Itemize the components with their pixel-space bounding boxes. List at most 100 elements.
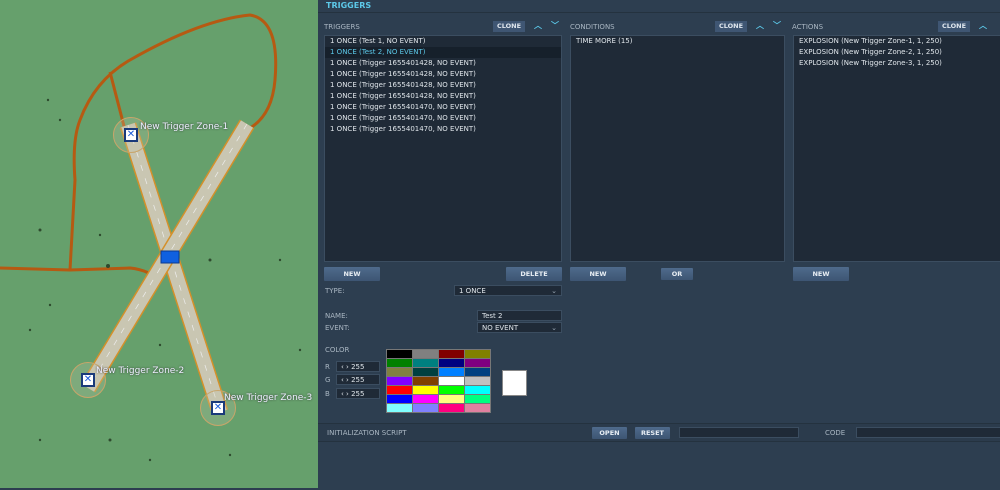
- zone-marker-icon: ✕: [124, 128, 138, 142]
- map-canvas[interactable]: [0, 0, 318, 488]
- actions-clone-button[interactable]: CLONE: [938, 21, 970, 32]
- vegetation: [28, 98, 302, 462]
- list-item[interactable]: 1 ONCE (Trigger 1655401428, NO EVENT): [325, 69, 561, 80]
- type-select[interactable]: 1 ONCE ⌄: [454, 285, 562, 296]
- color-preview: [502, 370, 527, 396]
- list-item[interactable]: TIME MORE (15): [571, 36, 784, 47]
- type-label: TYPE:: [325, 287, 345, 295]
- color-swatch[interactable]: [465, 386, 490, 394]
- color-swatch[interactable]: [387, 368, 412, 376]
- triggers-move-up-button[interactable]: ︿: [534, 20, 542, 31]
- list-item[interactable]: 1 ONCE (Trigger 1655401428, NO EVENT): [325, 80, 561, 91]
- actions-move-up-button[interactable]: ︿: [979, 20, 987, 31]
- list-item[interactable]: EXPLOSION (New Trigger Zone-2, 1, 250): [794, 47, 1000, 58]
- panel-title: TRIGGERS: [326, 1, 372, 10]
- color-swatch[interactable]: [465, 350, 490, 358]
- color-swatch[interactable]: [465, 377, 490, 385]
- color-swatch[interactable]: [439, 395, 464, 403]
- conditions-move-down-button[interactable]: ﹀: [773, 20, 781, 31]
- zone-label: New Trigger Zone-2: [96, 366, 185, 376]
- airbase-icon[interactable]: [160, 250, 180, 264]
- list-item[interactable]: 1 ONCE (Trigger 1655401470, NO EVENT): [325, 124, 561, 135]
- trigger-new-button[interactable]: NEW: [324, 267, 380, 281]
- event-value: NO EVENT: [482, 324, 519, 332]
- chevron-down-icon: ⌄: [551, 324, 557, 332]
- event-select[interactable]: NO EVENT ⌄: [477, 322, 562, 333]
- color-swatch[interactable]: [439, 404, 464, 412]
- color-palette[interactable]: [386, 349, 491, 413]
- list-item[interactable]: 1 ONCE (Test 2, NO EVENT): [325, 47, 561, 58]
- condition-new-button[interactable]: NEW: [570, 267, 626, 281]
- color-swatch[interactable]: [413, 404, 438, 412]
- color-swatch[interactable]: [465, 359, 490, 367]
- color-swatch[interactable]: [465, 368, 490, 376]
- conditions-label: CONDITIONS: [570, 23, 615, 31]
- b-label: B: [325, 390, 330, 398]
- list-item[interactable]: 1 ONCE (Trigger 1655401428, NO EVENT): [325, 58, 561, 69]
- r-stepper[interactable]: ‹ › 255: [336, 361, 380, 372]
- conditions-clone-button[interactable]: CLONE: [715, 21, 747, 32]
- actions-list[interactable]: EXPLOSION (New Trigger Zone-1, 1, 250) EX…: [793, 35, 1000, 262]
- zone-label: New Trigger Zone-3: [224, 393, 313, 403]
- g-value: 255: [351, 376, 365, 384]
- list-item[interactable]: 1 ONCE (Trigger 1655401470, NO EVENT): [325, 113, 561, 124]
- r-value: 255: [351, 363, 365, 371]
- zone-marker-icon: ✕: [211, 401, 225, 415]
- name-input[interactable]: Test 2: [477, 310, 562, 321]
- g-label: G: [325, 376, 331, 384]
- zone-marker-icon: ✕: [81, 373, 95, 387]
- init-script-input[interactable]: [679, 427, 799, 438]
- g-stepper[interactable]: ‹ › 255: [336, 374, 380, 385]
- color-swatch[interactable]: [465, 404, 490, 412]
- color-swatch[interactable]: [465, 395, 490, 403]
- conditions-list[interactable]: TIME MORE (15): [570, 35, 785, 262]
- color-swatch[interactable]: [413, 386, 438, 394]
- condition-or-button[interactable]: OR: [661, 268, 693, 280]
- list-item[interactable]: 1 ONCE (Test 1, NO EVENT): [325, 36, 561, 47]
- code-label: CODE: [825, 429, 846, 437]
- name-label: NAME:: [325, 312, 348, 320]
- list-item[interactable]: 1 ONCE (Trigger 1655401470, NO EVENT): [325, 102, 561, 113]
- map-view[interactable]: ✕ New Trigger Zone-1 ✕ New Trigger Zone-…: [0, 0, 318, 488]
- init-script-label: INITIALIZATION SCRIPT: [327, 429, 407, 437]
- color-swatch[interactable]: [413, 350, 438, 358]
- actions-label: ACTIONS: [792, 23, 824, 31]
- triggers-clone-button[interactable]: CLONE: [493, 21, 525, 32]
- triggers-move-down-button[interactable]: ﹀: [551, 20, 559, 31]
- list-item[interactable]: 1 ONCE (Trigger 1655401428, NO EVENT): [325, 91, 561, 102]
- triggers-label: TRIGGERS: [324, 23, 360, 31]
- color-swatch[interactable]: [413, 359, 438, 367]
- color-swatch[interactable]: [439, 368, 464, 376]
- color-swatch[interactable]: [413, 368, 438, 376]
- color-swatch[interactable]: [387, 350, 412, 358]
- color-swatch[interactable]: [413, 395, 438, 403]
- type-value: 1 ONCE: [459, 287, 486, 295]
- conditions-move-up-button[interactable]: ︿: [756, 20, 764, 31]
- color-swatch[interactable]: [439, 359, 464, 367]
- r-label: R: [325, 363, 330, 371]
- zone-label: New Trigger Zone-1: [140, 122, 229, 132]
- b-value: 255: [351, 390, 365, 398]
- color-swatch[interactable]: [387, 377, 412, 385]
- color-swatch[interactable]: [387, 386, 412, 394]
- color-swatch[interactable]: [387, 395, 412, 403]
- chevron-down-icon: ⌄: [551, 287, 557, 295]
- color-swatch[interactable]: [439, 350, 464, 358]
- action-new-button[interactable]: NEW: [793, 267, 849, 281]
- color-swatch[interactable]: [439, 386, 464, 394]
- triggers-panel: TRIGGERS TRIGGERS CLONE ︿ ﹀ 1 ONCE (Test…: [318, 0, 1000, 488]
- list-item[interactable]: EXPLOSION (New Trigger Zone-1, 1, 250): [794, 36, 1000, 47]
- triggers-list[interactable]: 1 ONCE (Test 1, NO EVENT) 1 ONCE (Test 2,…: [324, 35, 562, 262]
- color-swatch[interactable]: [387, 404, 412, 412]
- open-button[interactable]: OPEN: [592, 427, 627, 439]
- reset-button[interactable]: RESET: [635, 427, 670, 439]
- b-stepper[interactable]: ‹ › 255: [336, 388, 380, 399]
- trigger-delete-button[interactable]: DELETE: [506, 267, 562, 281]
- color-swatch[interactable]: [387, 359, 412, 367]
- event-label: EVENT:: [325, 324, 350, 332]
- code-input[interactable]: [856, 427, 1000, 438]
- color-swatch[interactable]: [439, 377, 464, 385]
- list-item[interactable]: EXPLOSION (New Trigger Zone-3, 1, 250): [794, 58, 1000, 69]
- color-label: COLOR: [325, 346, 350, 354]
- color-swatch[interactable]: [413, 377, 438, 385]
